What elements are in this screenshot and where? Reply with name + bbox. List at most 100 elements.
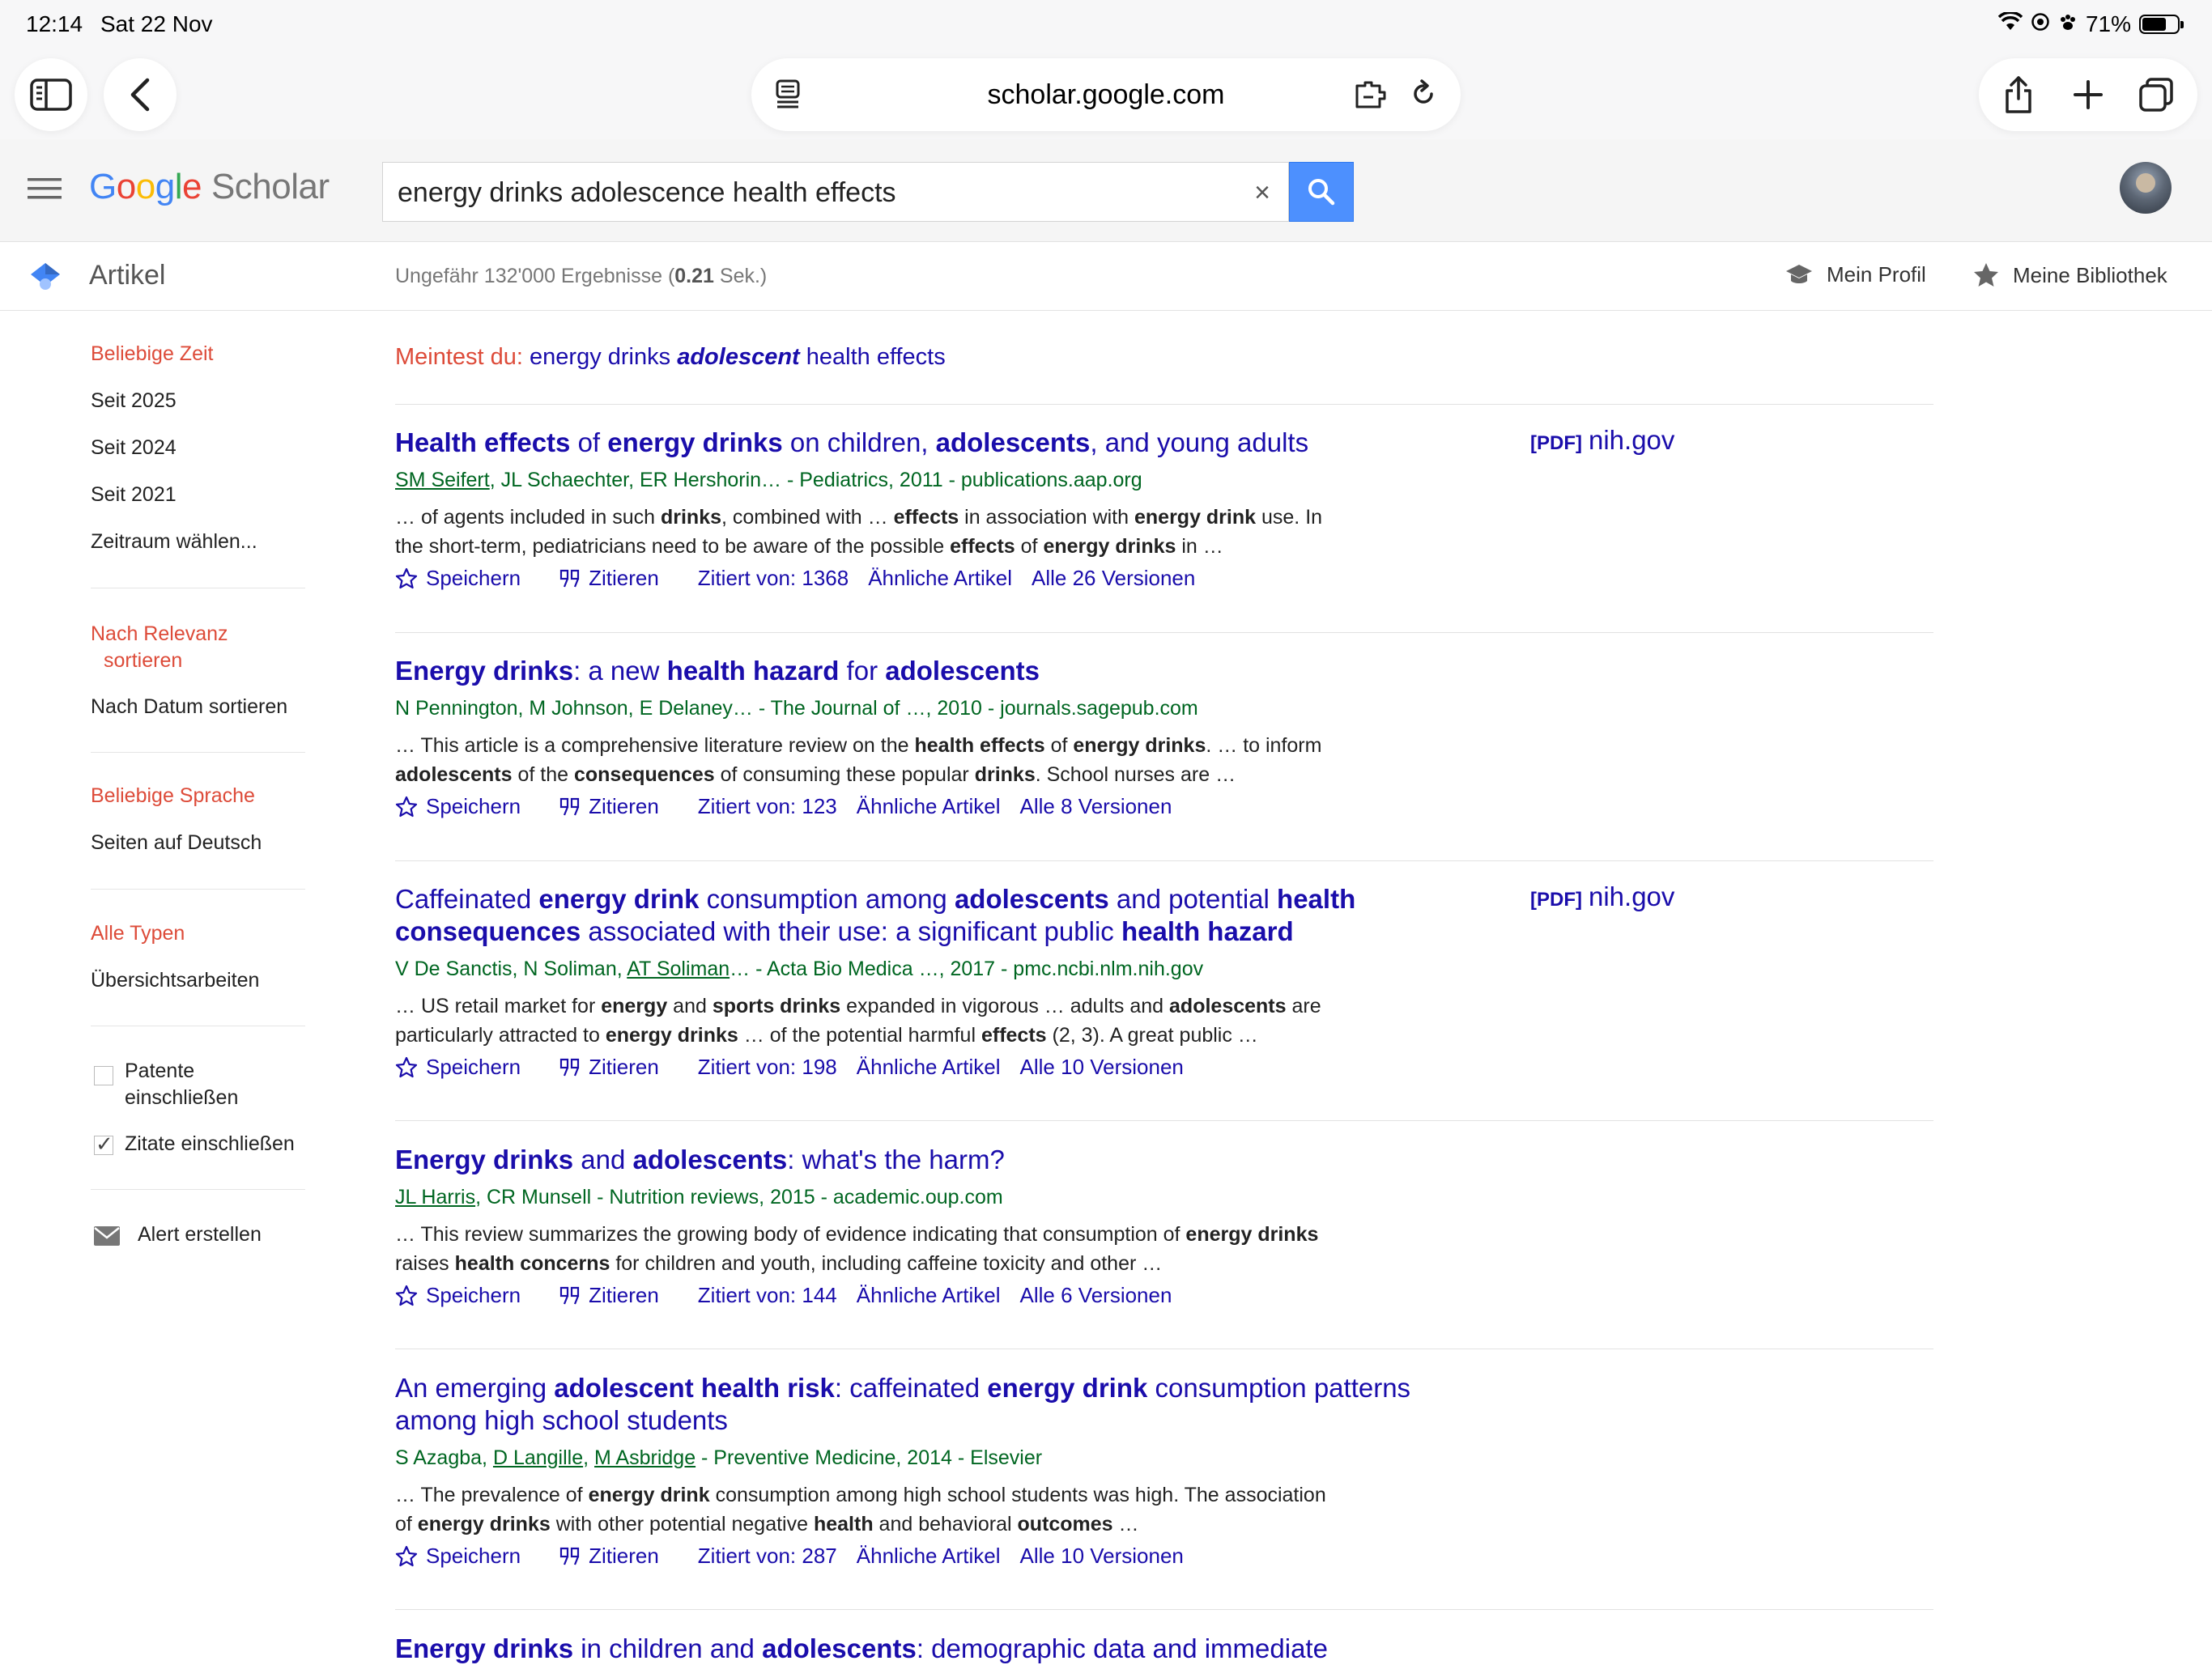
star-outline-icon xyxy=(395,796,418,817)
related-articles-link[interactable]: Ähnliche Artikel xyxy=(857,1055,1001,1080)
share-icon[interactable] xyxy=(2000,76,2037,113)
result-snippet: … This article is a comprehensive litera… xyxy=(395,734,1322,786)
new-tab-icon[interactable] xyxy=(2069,76,2107,113)
result-actions: Speichern Zitieren Zitiert von: 198 Ähnl… xyxy=(395,1055,1203,1080)
results-subheader: Artikel Ungefähr 132'000 Ergebnisse (0.2… xyxy=(0,242,2212,311)
save-button[interactable]: Speichern xyxy=(395,1544,540,1569)
versions-link[interactable]: Alle 10 Versionen xyxy=(1020,1544,1184,1569)
result-actions: Speichern Zitieren Zitiert von: 287 Ähnl… xyxy=(395,1544,1203,1569)
battery-icon xyxy=(2139,15,2184,34)
related-articles-link[interactable]: Ähnliche Artikel xyxy=(857,794,1001,819)
search-icon xyxy=(1308,179,1335,206)
filter-language-german[interactable]: Seiten auf Deutsch xyxy=(91,830,262,856)
my-profile-link[interactable]: Mein Profil xyxy=(1784,261,1926,287)
filter-since-2025[interactable]: Seit 2025 xyxy=(91,388,177,414)
citations-checkbox[interactable] xyxy=(94,1132,113,1157)
cite-button[interactable]: Zitieren xyxy=(559,1544,678,1569)
sidebar-toggle-button[interactable] xyxy=(15,58,87,131)
sidebar-icon xyxy=(30,79,72,111)
cite-button[interactable]: Zitieren xyxy=(559,566,678,591)
result-title-link[interactable]: Health effects of energy drinks on child… xyxy=(395,427,1415,459)
cited-by-link[interactable]: Zitiert von: 287 xyxy=(698,1544,837,1569)
location-lock-icon xyxy=(2031,11,2050,37)
filter-type-all[interactable]: Alle Typen xyxy=(91,920,185,947)
tab-overview-icon[interactable] xyxy=(2138,76,2175,113)
result-authors: S Azagba, D Langille, M Asbridge - Preve… xyxy=(395,1446,1043,1469)
graduation-cap-icon xyxy=(1786,265,1812,283)
my-library-link[interactable]: Meine Bibliothek xyxy=(1972,261,2167,289)
result-count: Ungefähr 132'000 Ergebnisse (0.21 Sek.) xyxy=(395,265,768,287)
result-snippet: … This review summarizes the growing bod… xyxy=(395,1223,1319,1275)
divider xyxy=(395,404,1933,405)
result-authors: SM Seifert, JL Schaechter, ER Hershorin…… xyxy=(395,469,1142,491)
suggested-query-link[interactable]: energy drinks adolescent health effects xyxy=(530,344,946,370)
result-actions: Speichern Zitieren Zitiert von: 123 Ähnl… xyxy=(395,794,1191,819)
versions-link[interactable]: Alle 6 Versionen xyxy=(1020,1283,1172,1308)
did-you-mean: Meintest du: energy drinks adolescent he… xyxy=(395,344,946,370)
cite-button[interactable]: Zitieren xyxy=(559,794,678,819)
cite-button[interactable]: Zitieren xyxy=(559,1283,678,1308)
cited-by-link[interactable]: Zitiert von: 144 xyxy=(698,1283,837,1308)
result-actions: Speichern Zitieren Zitiert von: 144 Ähnl… xyxy=(395,1283,1191,1308)
pdf-link[interactable]: [PDF] nih.gov xyxy=(1530,425,1674,456)
filter-time-any[interactable]: Beliebige Zeit xyxy=(91,341,213,367)
result-title-link[interactable]: An emerging adolescent health risk: caff… xyxy=(395,1372,1415,1437)
versions-link[interactable]: Alle 8 Versionen xyxy=(1020,794,1172,819)
cited-by-link[interactable]: Zitiert von: 198 xyxy=(698,1055,837,1080)
search-query: energy drinks adolescence health effects xyxy=(398,177,896,208)
related-articles-link[interactable]: Ähnliche Artikel xyxy=(868,566,1012,591)
chevron-left-icon xyxy=(130,78,150,112)
related-articles-link[interactable]: Ähnliche Artikel xyxy=(857,1544,1001,1569)
filter-since-2024[interactable]: Seit 2024 xyxy=(91,435,177,461)
star-outline-icon xyxy=(395,1285,418,1306)
divider xyxy=(91,1189,305,1190)
search-button[interactable] xyxy=(1289,162,1354,222)
result-snippet: … The prevalence of energy drink consump… xyxy=(395,1484,1326,1535)
avatar[interactable] xyxy=(2120,162,2172,214)
sort-by-date[interactable]: Nach Datum sortieren xyxy=(91,694,287,720)
clear-search-icon[interactable]: × xyxy=(1254,177,1270,209)
filter-custom-range[interactable]: Zeitraum wählen... xyxy=(91,529,257,555)
result-title-link[interactable]: Energy drinks in children and adolescent… xyxy=(395,1633,1415,1665)
save-button[interactable]: Speichern xyxy=(395,1283,540,1308)
cited-by-link[interactable]: Zitiert von: 1368 xyxy=(698,566,849,591)
scholar-header: Google Scholar energy drinks adolescence … xyxy=(0,139,2212,242)
hamburger-menu-icon[interactable] xyxy=(28,176,62,205)
address-bar[interactable]: scholar.google.com xyxy=(751,58,1461,131)
save-button[interactable]: Speichern xyxy=(395,566,540,591)
result-authors: V De Sanctis, N Soliman, AT Soliman… - A… xyxy=(395,958,1204,980)
patents-checkbox[interactable] xyxy=(94,1066,113,1085)
section-title: Artikel xyxy=(89,260,166,291)
star-outline-icon xyxy=(395,567,418,588)
cited-by-link[interactable]: Zitiert von: 123 xyxy=(698,794,837,819)
create-alert-link[interactable]: Alert erstellen xyxy=(138,1221,262,1248)
patents-label[interactable]: Patente einschließen xyxy=(125,1058,238,1111)
divider xyxy=(91,752,305,753)
browser-toolbar: scholar.google.com xyxy=(0,49,2212,139)
reload-icon[interactable] xyxy=(1407,78,1440,114)
star-outline-icon xyxy=(395,1545,418,1566)
result-title-link[interactable]: Energy drinks: a new health hazard for a… xyxy=(395,655,1415,687)
save-button[interactable]: Speichern xyxy=(395,1055,540,1080)
filter-language-any[interactable]: Beliebige Sprache xyxy=(91,783,255,809)
filter-since-2021[interactable]: Seit 2021 xyxy=(91,482,177,508)
quote-icon xyxy=(559,797,580,815)
versions-link[interactable]: Alle 26 Versionen xyxy=(1032,566,1195,591)
cite-button[interactable]: Zitieren xyxy=(559,1055,678,1080)
result-title-link[interactable]: Energy drinks and adolescents: what's th… xyxy=(395,1144,1415,1176)
filter-type-review[interactable]: Übersichtsarbeiten xyxy=(91,967,259,994)
pdf-link[interactable]: [PDF] nih.gov xyxy=(1530,881,1674,912)
result-title-link[interactable]: Caffeinated energy drink consumption amo… xyxy=(395,883,1415,948)
related-articles-link[interactable]: Ähnliche Artikel xyxy=(857,1283,1001,1308)
search-input[interactable]: energy drinks adolescence health effects… xyxy=(382,162,1289,222)
paw-icon xyxy=(2058,11,2078,37)
wifi-icon xyxy=(1997,11,2023,37)
google-scholar-logo[interactable]: Google Scholar xyxy=(89,167,330,207)
divider xyxy=(395,860,1933,861)
citations-label[interactable]: Zitate einschließen xyxy=(125,1131,295,1157)
sort-by-relevance[interactable]: Nach Relevanz sortieren xyxy=(91,621,228,674)
extension-icon[interactable] xyxy=(1354,79,1388,114)
save-button[interactable]: Speichern xyxy=(395,794,540,819)
versions-link[interactable]: Alle 10 Versionen xyxy=(1020,1055,1184,1080)
back-button[interactable] xyxy=(104,58,177,131)
